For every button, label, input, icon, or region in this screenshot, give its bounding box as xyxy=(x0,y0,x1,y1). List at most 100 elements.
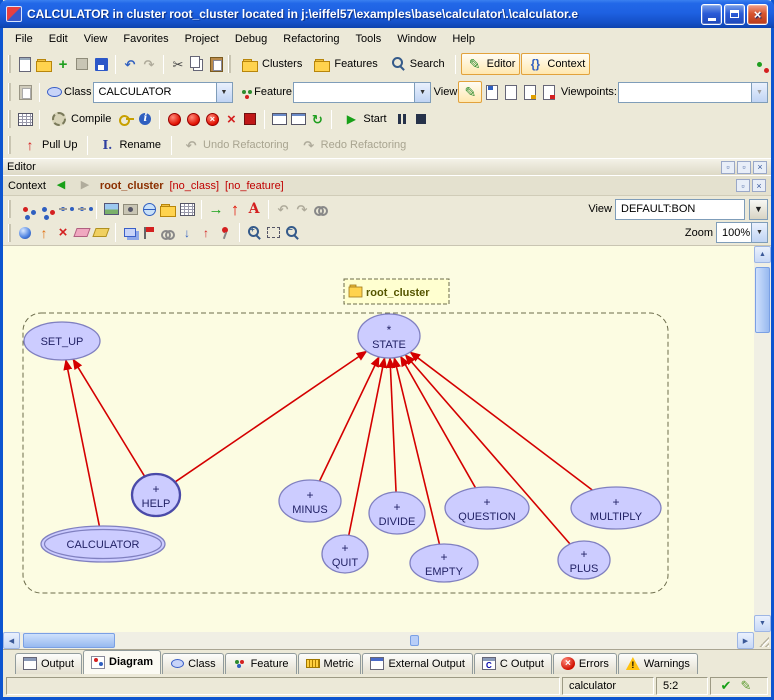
start-button[interactable]: Start xyxy=(337,108,391,130)
tab-class[interactable]: Class xyxy=(162,653,224,674)
horizontal-scrollbar[interactable]: ◀ ▶ xyxy=(3,632,771,649)
diagram-node-minus[interactable]: +MINUS xyxy=(279,480,341,522)
maximize-button[interactable] xyxy=(724,4,745,25)
menu-item-view[interactable]: View xyxy=(76,30,116,48)
inheritance-arrow-divide-to-state[interactable] xyxy=(390,358,396,492)
diagram-node-calculator[interactable]: CALCULATOR xyxy=(41,526,165,562)
maximize-panel-icon[interactable]: ▫ xyxy=(737,161,751,174)
pause-icon[interactable] xyxy=(393,110,411,128)
sort-ascending-icon[interactable] xyxy=(197,224,215,242)
vertical-scroll-thumb[interactable] xyxy=(755,267,770,333)
web-export-icon[interactable] xyxy=(140,200,158,218)
info-icon[interactable] xyxy=(136,110,154,128)
menu-item-tools[interactable]: Tools xyxy=(348,30,390,48)
menu-item-refactoring[interactable]: Refactoring xyxy=(275,30,347,48)
melt-icon[interactable] xyxy=(165,110,183,128)
system-console-icon[interactable] xyxy=(289,110,307,128)
diagram-canvas[interactable]: root_clusterSET_UP*STATE+HELPCALCULATOR+… xyxy=(3,246,754,632)
snapshot-icon[interactable] xyxy=(121,200,139,218)
zoom-combo[interactable]: 100% ▼ xyxy=(716,222,768,243)
features-button[interactable]: Features xyxy=(308,53,382,75)
pin-icon[interactable] xyxy=(216,224,234,242)
vertical-scroll-track[interactable] xyxy=(754,263,771,615)
viewpoints-combo[interactable]: ▼ xyxy=(618,82,768,103)
view-ancestors-icon[interactable] xyxy=(540,83,558,101)
view-interface-icon[interactable] xyxy=(521,83,539,101)
tab-warnings[interactable]: Warnings xyxy=(618,653,698,674)
inheritance-arrow-help-to-state[interactable] xyxy=(175,351,367,482)
horizontal-scroll-thumb[interactable] xyxy=(23,633,115,648)
tab-diagram[interactable]: Diagram xyxy=(83,650,161,674)
horizontal-scroll-track[interactable] xyxy=(20,632,737,649)
tab-errors[interactable]: Errors xyxy=(553,653,617,674)
eraser-icon[interactable] xyxy=(73,224,91,242)
menu-item-favorites[interactable]: Favorites xyxy=(115,30,176,48)
diagram-node-question[interactable]: +QUESTION xyxy=(445,487,529,529)
chevron-down-icon[interactable]: ▼ xyxy=(414,83,430,102)
paste-icon[interactable] xyxy=(207,55,225,73)
force-layout-icon[interactable] xyxy=(159,224,177,242)
text-label-icon[interactable] xyxy=(245,200,263,218)
eraser-alt-icon[interactable] xyxy=(92,224,110,242)
class-combo[interactable]: CALCULATOR ▼ xyxy=(93,82,233,103)
project-settings-icon[interactable] xyxy=(16,110,34,128)
tab-c-output[interactable]: C Output xyxy=(474,653,552,674)
inheritance-arrow-minus-to-state[interactable] xyxy=(320,357,379,481)
history-back-icon[interactable] xyxy=(52,177,70,195)
compile-button[interactable]: Compile xyxy=(45,108,116,130)
close-button[interactable]: × xyxy=(747,4,768,25)
menu-item-project[interactable]: Project xyxy=(177,30,227,48)
zoom-in-icon[interactable]: + xyxy=(245,224,263,242)
close-panel-icon[interactable]: × xyxy=(752,179,766,192)
delete-icon[interactable] xyxy=(54,224,72,242)
layout-stack-icon[interactable] xyxy=(121,224,139,242)
scroll-down-icon[interactable]: ▼ xyxy=(754,615,771,632)
client-link-icon[interactable] xyxy=(73,200,91,218)
export-image-icon[interactable] xyxy=(102,200,120,218)
diagram-node-empty[interactable]: +EMPTY xyxy=(410,544,478,582)
view-editor-button[interactable] xyxy=(458,81,482,103)
key-icon[interactable] xyxy=(117,110,135,128)
float-panel-icon[interactable]: ▫ xyxy=(721,161,735,174)
stop-icon[interactable] xyxy=(412,110,430,128)
pick-and-drop-icon[interactable] xyxy=(750,55,768,73)
tab-output[interactable]: Output xyxy=(15,653,82,674)
fit-to-screen-icon[interactable] xyxy=(264,224,282,242)
view-contract-icon[interactable] xyxy=(502,83,520,101)
chevron-down-icon[interactable]: ▼ xyxy=(216,83,232,102)
zoom-out-icon[interactable]: − xyxy=(283,224,301,242)
menu-item-edit[interactable]: Edit xyxy=(41,30,76,48)
console-icon[interactable] xyxy=(270,110,288,128)
feature-combo[interactable]: ▼ xyxy=(293,82,431,103)
add-icon[interactable] xyxy=(54,55,72,73)
vertical-scrollbar[interactable]: ▲ ▼ xyxy=(754,246,771,632)
cut-icon[interactable] xyxy=(169,55,187,73)
tab-metric[interactable]: Metric xyxy=(298,653,362,674)
diagram-node-state[interactable]: *STATE xyxy=(358,314,420,358)
precompile-icon[interactable] xyxy=(203,110,221,128)
cluster-label-box[interactable]: root_cluster xyxy=(344,279,449,304)
float-panel-icon[interactable]: ▫ xyxy=(736,179,750,192)
open-icon[interactable] xyxy=(35,55,53,73)
freeze-icon[interactable] xyxy=(184,110,202,128)
minimize-button[interactable] xyxy=(701,4,722,25)
link-icon[interactable] xyxy=(312,200,330,218)
finalize-icon[interactable] xyxy=(241,110,259,128)
flag-icon[interactable] xyxy=(140,224,158,242)
table-view-icon[interactable] xyxy=(178,200,196,218)
diagram-node-quit[interactable]: +QUIT xyxy=(322,535,368,573)
undo-icon[interactable] xyxy=(121,55,139,73)
scroll-right-icon[interactable]: ▶ xyxy=(737,632,754,649)
editor-toggle-button[interactable]: Editor xyxy=(461,53,521,75)
scroll-left-icon[interactable]: ◀ xyxy=(3,632,20,649)
chevron-down-icon[interactable]: ▼ xyxy=(751,223,767,242)
new-document-icon[interactable] xyxy=(16,55,34,73)
diagram-node-set_up[interactable]: SET_UP xyxy=(24,322,100,360)
menu-item-window[interactable]: Window xyxy=(389,30,444,48)
new-class-icon[interactable] xyxy=(16,224,34,242)
tab-feature[interactable]: Feature xyxy=(225,653,297,674)
diagram-node-divide[interactable]: +DIVIDE xyxy=(369,492,425,534)
inheritance-link-icon[interactable] xyxy=(54,200,72,218)
go-up-icon[interactable] xyxy=(226,200,244,218)
rename-button[interactable]: Rename xyxy=(93,134,166,156)
